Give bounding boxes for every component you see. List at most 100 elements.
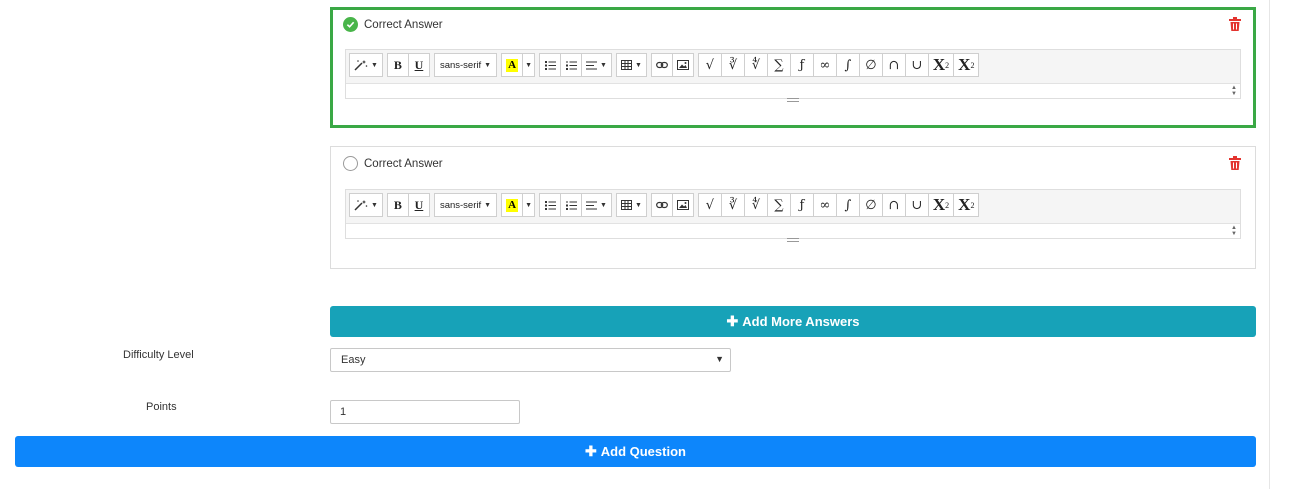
subscript-mark: 2 xyxy=(970,200,975,210)
points-input[interactable] xyxy=(330,400,520,424)
superscript-button[interactable]: X2 xyxy=(927,53,955,77)
sqrt-button[interactable]: √ xyxy=(697,193,722,217)
union-button[interactable]: ∪ xyxy=(904,53,929,77)
scroll-spinner-icon[interactable]: ▲ ▼ xyxy=(1231,85,1237,97)
highlight-icon: A xyxy=(506,198,519,212)
editor-resize-handle[interactable] xyxy=(787,238,799,242)
sqrt-button[interactable]: √ xyxy=(697,53,722,77)
subscript-button[interactable]: X2 xyxy=(953,193,980,217)
answer-card-2: Correct Answer ▼ B U sans-serif ▼ A ▼ ▼ … xyxy=(330,146,1256,269)
plus-icon: ✚ xyxy=(585,443,597,459)
link-button[interactable] xyxy=(650,53,673,77)
empty-set-button[interactable]: ∅ xyxy=(858,53,883,77)
unordered-list-icon xyxy=(544,200,556,210)
cube-root-button[interactable]: ∛ xyxy=(720,193,745,217)
fourth-root-button[interactable]: ∜ xyxy=(743,53,768,77)
sum-button[interactable]: ∑ xyxy=(766,53,791,77)
underline-button[interactable]: U xyxy=(407,53,430,77)
image-icon xyxy=(676,60,689,70)
color-dropdown-toggle[interactable]: ▼ xyxy=(522,193,535,217)
font-family-value: sans-serif xyxy=(439,59,482,71)
align-icon xyxy=(586,61,597,69)
superscript-mark: 2 xyxy=(945,200,950,210)
empty-set-button[interactable]: ∅ xyxy=(858,193,883,217)
editor-toolbar: ▼ B U sans-serif ▼ A ▼ ▼ ▼ √ ∛ ∜ ∑ ƒ ∞ ∫… xyxy=(349,193,983,217)
editor-content-area[interactable]: ▲ ▼ xyxy=(346,223,1240,238)
color-dropdown-toggle[interactable]: ▼ xyxy=(522,53,535,77)
add-more-answers-button[interactable]: ✚ Add More Answers xyxy=(330,306,1256,337)
style-dropdown[interactable]: ▼ xyxy=(349,53,383,77)
points-label: Points xyxy=(146,401,177,413)
underline-button[interactable]: U xyxy=(407,193,430,217)
difficulty-value: Easy xyxy=(341,354,366,366)
subscript-base: X xyxy=(958,195,971,214)
paragraph-align-dropdown[interactable]: ▼ xyxy=(581,53,612,77)
check-icon[interactable] xyxy=(343,17,358,32)
integral-button[interactable]: ∫ xyxy=(835,53,860,77)
superscript-base: X xyxy=(932,195,946,214)
function-button[interactable]: ƒ xyxy=(789,53,814,77)
superscript-base: X xyxy=(932,55,946,74)
fourth-root-button[interactable]: ∜ xyxy=(743,193,768,217)
table-dropdown[interactable]: ▼ xyxy=(615,193,647,217)
intersection-button[interactable]: ∩ xyxy=(881,193,906,217)
trash-icon[interactable] xyxy=(1229,156,1241,170)
subscript-mark: 2 xyxy=(970,60,975,70)
infinity-button[interactable]: ∞ xyxy=(812,53,837,77)
link-icon xyxy=(655,201,668,209)
editor-content-area[interactable]: ▲ ▼ xyxy=(346,83,1240,98)
ordered-list-button[interactable] xyxy=(560,53,582,77)
editor-toolbar: ▼ B U sans-serif ▼ A ▼ ▼ ▼ √ ∛ ∜ ∑ ƒ ∞ ∫… xyxy=(349,53,983,77)
bold-button[interactable]: B xyxy=(386,193,409,217)
intersection-button[interactable]: ∩ xyxy=(881,53,906,77)
subscript-button[interactable]: X2 xyxy=(953,53,980,77)
sum-button[interactable]: ∑ xyxy=(766,193,791,217)
rich-text-editor: ▼ B U sans-serif ▼ A ▼ ▼ ▼ √ ∛ ∜ ∑ ƒ ∞ ∫… xyxy=(345,49,1241,102)
highlight-color-button[interactable]: A xyxy=(501,53,524,77)
magic-wand-icon xyxy=(354,60,368,71)
cube-root-button[interactable]: ∛ xyxy=(720,53,745,77)
infinity-button[interactable]: ∞ xyxy=(812,193,837,217)
answer-header[interactable]: Correct Answer xyxy=(343,156,443,171)
image-button[interactable] xyxy=(671,193,694,217)
image-button[interactable] xyxy=(671,53,694,77)
integral-button[interactable]: ∫ xyxy=(835,193,860,217)
unordered-list-button[interactable] xyxy=(539,53,561,77)
union-button[interactable]: ∪ xyxy=(904,193,929,217)
link-button[interactable] xyxy=(650,193,673,217)
paragraph-align-dropdown[interactable]: ▼ xyxy=(581,193,612,217)
link-icon xyxy=(655,61,668,69)
ordered-list-button[interactable] xyxy=(560,193,582,217)
superscript-button[interactable]: X2 xyxy=(927,193,955,217)
highlight-color-button[interactable]: A xyxy=(501,193,524,217)
radio-unchecked-icon[interactable] xyxy=(343,156,358,171)
unordered-list-icon xyxy=(544,60,556,70)
add-question-label: Add Question xyxy=(600,444,686,459)
add-question-button[interactable]: ✚ Add Question xyxy=(15,436,1256,467)
unordered-list-button[interactable] xyxy=(539,193,561,217)
font-family-dropdown[interactable]: sans-serif ▼ xyxy=(433,53,498,77)
bold-button[interactable]: B xyxy=(386,53,409,77)
ordered-list-icon xyxy=(565,60,577,70)
font-family-dropdown[interactable]: sans-serif ▼ xyxy=(433,193,498,217)
magic-wand-icon xyxy=(354,200,368,211)
difficulty-label: Difficulty Level xyxy=(123,349,194,361)
function-button[interactable]: ƒ xyxy=(789,193,814,217)
answer-card-1: Correct Answer ▼ B U sans-serif ▼ A ▼ ▼ … xyxy=(330,7,1256,128)
style-dropdown[interactable]: ▼ xyxy=(349,193,383,217)
add-more-answers-label: Add More Answers xyxy=(742,314,860,329)
dropdown-arrow-icon: ▼ xyxy=(715,354,724,364)
highlight-icon: A xyxy=(506,58,519,72)
table-icon xyxy=(620,60,632,70)
scroll-spinner-icon[interactable]: ▲ ▼ xyxy=(1231,225,1237,237)
table-icon xyxy=(620,200,632,210)
difficulty-select[interactable]: Easy ▼ xyxy=(330,348,731,372)
trash-icon[interactable] xyxy=(1229,17,1241,31)
answer-header[interactable]: Correct Answer xyxy=(343,17,443,32)
rich-text-editor: ▼ B U sans-serif ▼ A ▼ ▼ ▼ √ ∛ ∜ ∑ ƒ ∞ ∫… xyxy=(345,189,1241,242)
image-icon xyxy=(676,200,689,210)
subscript-base: X xyxy=(958,55,971,74)
editor-resize-handle[interactable] xyxy=(787,98,799,102)
table-dropdown[interactable]: ▼ xyxy=(615,53,647,77)
font-family-value: sans-serif xyxy=(439,199,482,211)
